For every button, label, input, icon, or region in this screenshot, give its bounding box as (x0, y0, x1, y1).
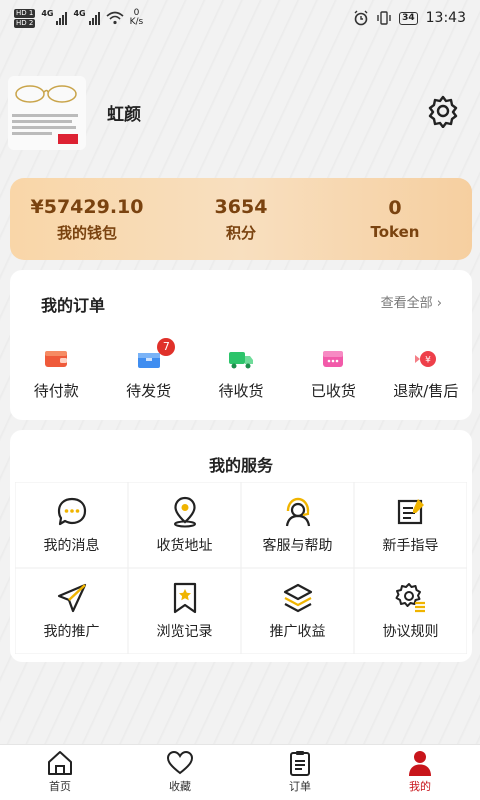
service-label: 浏览记录 (156, 624, 213, 640)
home-icon (48, 751, 72, 775)
orders-view-all-link[interactable]: 查看全部 › (381, 292, 442, 311)
status-bar: HD 1 HD 2 4G 4G 0 K/s 34 13:43 (0, 0, 480, 36)
heart-icon (166, 750, 194, 775)
orders-card: 我的订单 查看全部 › 待付款 7 待发货 待收货 已收货 ¥ 退款/售后 (10, 270, 472, 420)
paper-plane-icon (57, 583, 86, 613)
wallet-icon (45, 351, 68, 367)
signal-icon (88, 11, 100, 25)
avatar[interactable] (8, 76, 86, 150)
signal-icon (56, 11, 68, 25)
location-icon (173, 496, 196, 528)
wallet-points[interactable]: 3654 积分 (164, 196, 318, 243)
profile-header: 虹颜 (0, 72, 480, 152)
svg-text:¥: ¥ (425, 356, 431, 366)
received-icon (323, 351, 344, 367)
service-address[interactable]: 收货地址 (128, 482, 241, 568)
tab-home[interactable]: 首页 (0, 745, 120, 800)
order-pending-shipment[interactable]: 7 待发货 (102, 338, 194, 401)
tab-label: 订单 (289, 780, 311, 793)
wallet-balance[interactable]: ¥57429.10 我的钱包 (10, 196, 164, 243)
battery-icon: 34 (399, 11, 418, 25)
glasses-image (15, 85, 77, 103)
order-received[interactable]: 已收货 (287, 348, 379, 401)
customer-service-icon (285, 497, 310, 527)
services-grid: 我的消息 收货地址 客服与帮助 新手指导 我的推广 浏览记录 推广收益 协议规则 (15, 482, 467, 654)
order-status-row: 待付款 7 待发货 待收货 已收货 ¥ 退款/售后 (10, 338, 472, 401)
sim1-indicator: HD 1 (14, 8, 36, 18)
tab-mine[interactable]: 我的 (360, 745, 480, 800)
refund-icon: ¥ (414, 351, 436, 367)
service-customer-help[interactable]: 客服与帮助 (241, 482, 354, 568)
tab-label: 收藏 (169, 780, 191, 793)
wallet-token[interactable]: 0 Token (318, 197, 472, 241)
guide-icon (397, 499, 424, 525)
order-item-label: 待发货 (126, 382, 172, 400)
network-type-1: 4G (41, 8, 54, 18)
message-icon (57, 497, 86, 526)
layers-icon (283, 583, 312, 613)
tab-label: 首页 (49, 780, 71, 793)
tab-orders[interactable]: 订单 (240, 745, 360, 800)
clipboard-icon (290, 751, 310, 776)
vibrate-icon (377, 11, 391, 25)
wallet-points-label: 积分 (225, 223, 256, 242)
service-browse-history[interactable]: 浏览记录 (128, 568, 241, 654)
bottom-tab-bar: 首页 收藏 订单 我的 (0, 744, 480, 800)
service-beginner-guide[interactable]: 新手指导 (354, 482, 467, 568)
service-label: 推广收益 (269, 624, 326, 640)
wallet-points-value: 3654 (214, 195, 268, 218)
tab-favorites[interactable]: 收藏 (120, 745, 240, 800)
service-messages[interactable]: 我的消息 (15, 482, 128, 568)
wallet-balance-value: ¥57429.10 (30, 195, 144, 218)
wallet-balance-label: 我的钱包 (56, 223, 117, 242)
service-label: 我的推广 (43, 624, 100, 640)
service-promotion-earnings[interactable]: 推广收益 (241, 568, 354, 654)
order-item-label: 待收货 (218, 382, 264, 400)
service-label: 新手指导 (382, 538, 439, 554)
user-nickname: 虹颜 (107, 105, 141, 125)
gear-doc-icon (395, 583, 425, 613)
service-my-promotion[interactable]: 我的推广 (15, 568, 128, 654)
orders-title: 我的订单 (41, 296, 106, 315)
wallet-card: ¥57429.10 我的钱包 3654 积分 0 Token (10, 178, 472, 260)
order-item-label: 退款/售后 (393, 382, 459, 400)
service-agreement-rules[interactable]: 协议规则 (354, 568, 467, 654)
network-speed: 0 K/s (129, 8, 144, 27)
clock: 13:43 (425, 10, 466, 26)
service-label: 协议规则 (382, 624, 439, 640)
order-item-label: 待付款 (33, 382, 79, 400)
order-count-badge: 7 (157, 338, 176, 356)
sim2-indicator: HD 2 (14, 18, 36, 28)
network-type-2: 4G (73, 8, 86, 18)
wifi-icon (106, 11, 124, 25)
settings-gear-icon[interactable] (426, 94, 460, 128)
order-pending-payment[interactable]: 待付款 (10, 348, 102, 401)
service-label: 客服与帮助 (262, 538, 333, 554)
service-label: 收货地址 (156, 538, 213, 554)
order-item-label: 已收货 (310, 382, 356, 400)
wallet-token-label: Token (370, 223, 420, 241)
service-label: 我的消息 (43, 538, 100, 554)
services-title: 我的服务 (208, 456, 273, 475)
wallet-token-value: 0 (388, 197, 402, 219)
order-pending-receipt[interactable]: 待收货 (195, 348, 287, 401)
bookmark-icon (173, 582, 196, 614)
services-card: 我的服务 我的消息 收货地址 客服与帮助 新手指导 我的推广 浏览记录 推广收益… (10, 430, 472, 662)
order-refund-aftersale[interactable]: ¥ 退款/售后 (380, 348, 472, 401)
user-icon (409, 751, 431, 776)
avatar-red-tag (58, 134, 78, 144)
truck-icon (229, 352, 254, 369)
tab-label: 我的 (409, 780, 431, 793)
alarm-icon (354, 10, 368, 26)
